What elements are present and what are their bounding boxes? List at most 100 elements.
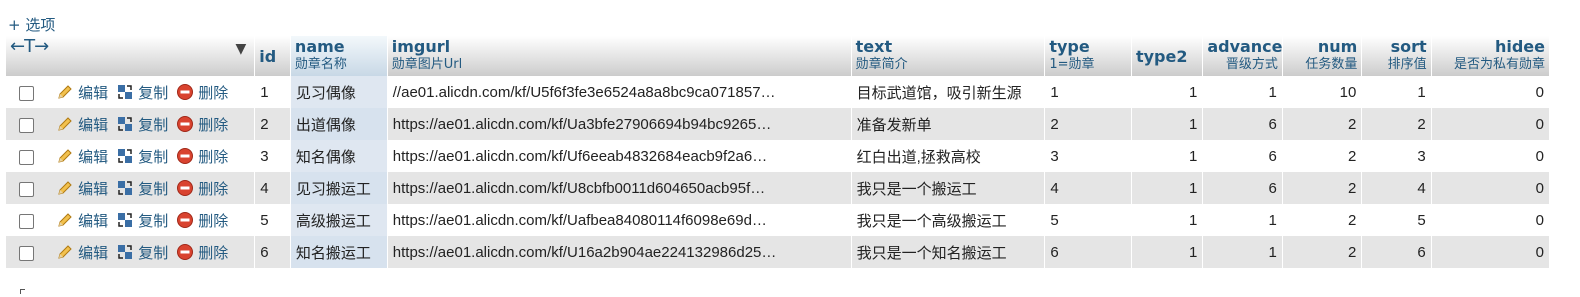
- copy-button[interactable]: 复制: [116, 244, 168, 262]
- cell-imgurl[interactable]: https://ae01.alicdn.com/kf/Uf6eeab483268…: [387, 140, 852, 172]
- column-header-label[interactable]: text: [856, 37, 892, 56]
- edit-button[interactable]: 编辑: [56, 181, 108, 198]
- copy-label[interactable]: 复制: [138, 213, 168, 230]
- cell-hidee[interactable]: 0: [1431, 76, 1551, 108]
- cell-type[interactable]: 6: [1044, 236, 1132, 268]
- column-header-hidee[interactable]: hidee 是否为私有勋章: [1431, 36, 1551, 76]
- cell-sort[interactable]: 4: [1361, 172, 1432, 204]
- edit-button[interactable]: 编辑: [56, 149, 108, 166]
- copy-button[interactable]: 复制: [116, 148, 168, 166]
- delete-label[interactable]: 删除: [198, 117, 228, 134]
- cell-advance[interactable]: 1: [1202, 236, 1283, 268]
- edit-button[interactable]: 编辑: [56, 213, 108, 230]
- cell-text[interactable]: 红白出道,拯救高校: [851, 140, 1046, 172]
- cell-id[interactable]: 2: [254, 108, 291, 140]
- edit-label[interactable]: 编辑: [78, 149, 108, 166]
- column-header-label[interactable]: hidee: [1495, 37, 1545, 56]
- cell-advance[interactable]: 6: [1202, 108, 1283, 140]
- column-header-label[interactable]: type: [1049, 37, 1089, 56]
- cell-name[interactable]: 出道偶像: [290, 108, 388, 140]
- delete-label[interactable]: 删除: [198, 181, 228, 198]
- cell-imgurl[interactable]: https://ae01.alicdn.com/kf/U16a2b904ae22…: [387, 236, 852, 268]
- edit-button[interactable]: 编辑: [56, 85, 108, 102]
- column-resize-arrows-icon[interactable]: ←T→: [10, 36, 49, 57]
- cell-num[interactable]: 2: [1282, 172, 1363, 204]
- cell-id[interactable]: 4: [254, 172, 291, 204]
- column-header-id[interactable]: id: [254, 36, 291, 76]
- copy-label[interactable]: 复制: [138, 117, 168, 134]
- column-header-sort[interactable]: sort 排序值: [1361, 36, 1432, 76]
- caret-down-icon[interactable]: ▼: [235, 40, 246, 58]
- cell-num[interactable]: 2: [1282, 236, 1363, 268]
- cell-id[interactable]: 3: [254, 140, 291, 172]
- cell-advance[interactable]: 1: [1202, 204, 1283, 236]
- column-header-text[interactable]: text 勋章简介: [851, 36, 1046, 76]
- row-checkbox[interactable]: [19, 150, 34, 166]
- cell-sort[interactable]: 3: [1361, 140, 1432, 172]
- cell-hidee[interactable]: 0: [1431, 236, 1551, 268]
- edit-label[interactable]: 编辑: [78, 181, 108, 198]
- edit-label[interactable]: 编辑: [78, 245, 108, 262]
- cell-imgurl[interactable]: //ae01.alicdn.com/kf/U5f6f3fe3e6524a8a8b…: [387, 76, 852, 108]
- column-header-type2[interactable]: type2: [1131, 36, 1204, 76]
- row-checkbox[interactable]: [19, 182, 34, 198]
- column-header-label[interactable]: name: [295, 37, 345, 56]
- column-header-label[interactable]: type2: [1136, 47, 1188, 66]
- cell-sort[interactable]: 6: [1361, 236, 1432, 268]
- cell-imgurl[interactable]: https://ae01.alicdn.com/kf/Ua3bfe2790669…: [387, 108, 852, 140]
- cell-type2[interactable]: 1: [1131, 236, 1204, 268]
- cell-id[interactable]: 6: [254, 236, 291, 268]
- cell-hidee[interactable]: 0: [1431, 204, 1551, 236]
- edit-label[interactable]: 编辑: [78, 213, 108, 230]
- cell-text[interactable]: 准备发新单: [851, 108, 1046, 140]
- cell-name[interactable]: 高级搬运工: [290, 204, 388, 236]
- copy-button[interactable]: 复制: [116, 84, 168, 102]
- cell-text[interactable]: 我只是一个高级搬运工: [851, 204, 1046, 236]
- cell-type2[interactable]: 1: [1131, 76, 1204, 108]
- cell-name[interactable]: 知名偶像: [290, 140, 388, 172]
- cell-name[interactable]: 见习偶像: [290, 76, 388, 108]
- copy-label[interactable]: 复制: [138, 85, 168, 102]
- cell-type[interactable]: 4: [1044, 172, 1132, 204]
- delete-button[interactable]: 删除: [176, 83, 228, 102]
- column-header-advance[interactable]: advance 晋级方式: [1202, 36, 1283, 76]
- column-header-num[interactable]: num 任务数量: [1282, 36, 1363, 76]
- cell-id[interactable]: 5: [254, 204, 291, 236]
- cell-num[interactable]: 10: [1282, 76, 1363, 108]
- cell-hidee[interactable]: 0: [1431, 140, 1551, 172]
- delete-button[interactable]: 删除: [176, 115, 228, 134]
- edit-label[interactable]: 编辑: [78, 85, 108, 102]
- delete-label[interactable]: 删除: [198, 85, 228, 102]
- column-header-name[interactable]: name 勋章名称: [290, 36, 388, 76]
- cell-sort[interactable]: 1: [1361, 76, 1432, 108]
- options-toggle-link[interactable]: + 选项: [8, 14, 55, 35]
- cell-type[interactable]: 1: [1044, 76, 1132, 108]
- copy-label[interactable]: 复制: [138, 245, 168, 262]
- edit-label[interactable]: 编辑: [78, 117, 108, 134]
- delete-label[interactable]: 删除: [198, 149, 228, 166]
- delete-button[interactable]: 删除: [176, 243, 228, 262]
- cell-type2[interactable]: 1: [1131, 108, 1204, 140]
- edit-button[interactable]: 编辑: [56, 245, 108, 262]
- delete-label[interactable]: 删除: [198, 245, 228, 262]
- cell-type2[interactable]: 1: [1131, 140, 1204, 172]
- row-checkbox[interactable]: [19, 246, 34, 262]
- edit-button[interactable]: 编辑: [56, 117, 108, 134]
- delete-label[interactable]: 删除: [198, 213, 228, 230]
- cell-imgurl[interactable]: https://ae01.alicdn.com/kf/Uafbea8408011…: [387, 204, 852, 236]
- copy-button[interactable]: 复制: [116, 212, 168, 230]
- delete-button[interactable]: 删除: [176, 179, 228, 198]
- cell-text[interactable]: 我只是一个搬运工: [851, 172, 1046, 204]
- column-header-label[interactable]: imgurl: [392, 37, 450, 56]
- cell-advance[interactable]: 1: [1202, 76, 1283, 108]
- copy-button[interactable]: 复制: [116, 180, 168, 198]
- cell-text[interactable]: 我只是一个知名搬运工: [851, 236, 1046, 268]
- cell-num[interactable]: 2: [1282, 204, 1363, 236]
- cell-num[interactable]: 2: [1282, 140, 1363, 172]
- cell-name[interactable]: 见习搬运工: [290, 172, 388, 204]
- column-header-label[interactable]: sort: [1391, 37, 1427, 56]
- cell-hidee[interactable]: 0: [1431, 108, 1551, 140]
- column-header-label[interactable]: num: [1318, 37, 1357, 56]
- column-header-label[interactable]: id: [259, 47, 276, 66]
- cell-advance[interactable]: 6: [1202, 140, 1283, 172]
